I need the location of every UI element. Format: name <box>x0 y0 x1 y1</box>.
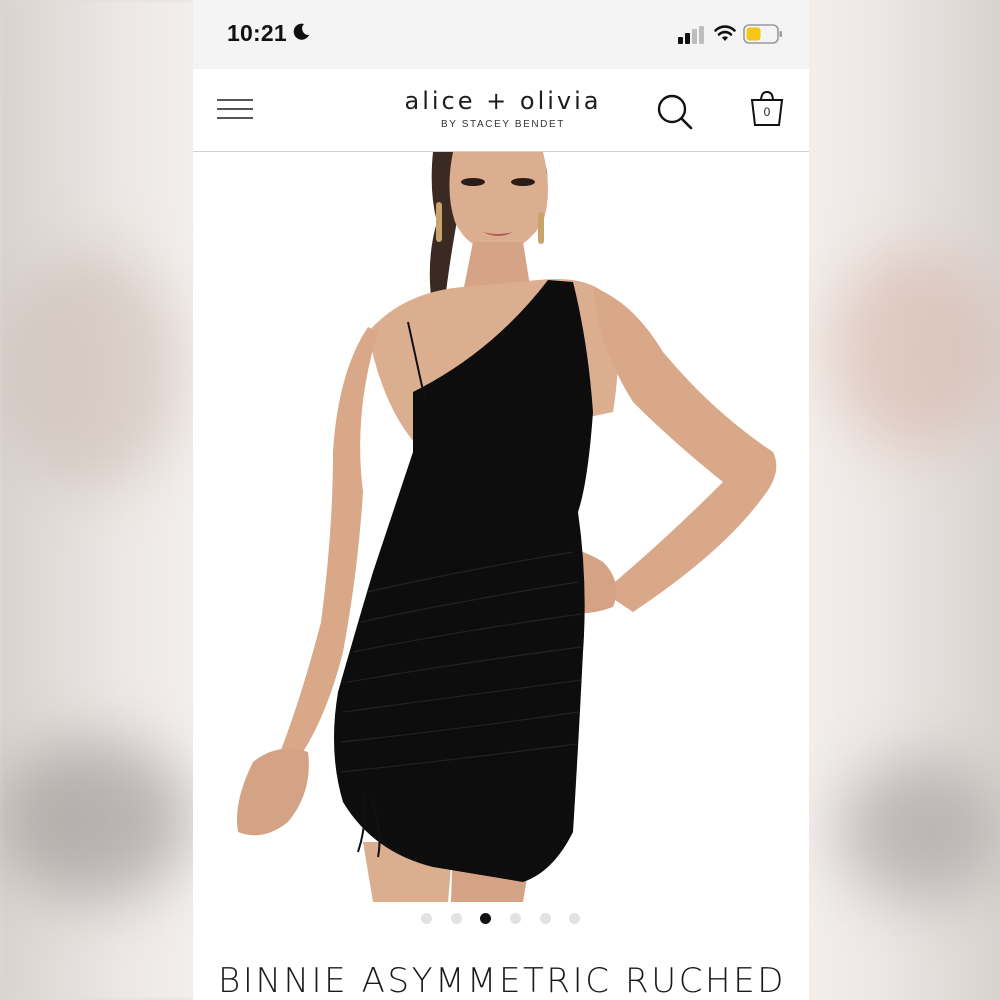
bag-count: 0 <box>763 105 771 119</box>
model-photo <box>193 152 809 902</box>
wifi-icon <box>714 25 736 41</box>
background-blob <box>0 250 180 490</box>
phone-screen: 10:21 alice + olivia BY STACEY BENDET 0 … <box>193 0 809 1000</box>
carousel-dot[interactable] <box>540 913 551 924</box>
status-bar: 10:21 <box>193 0 809 68</box>
brand-subtitle: BY STACEY BENDET <box>441 119 565 130</box>
moon-icon <box>293 23 309 40</box>
signal-icon <box>678 26 704 44</box>
image-carousel-dots <box>193 902 809 936</box>
background-blob <box>830 250 1000 450</box>
brand-logo[interactable]: alice + olivia BY STACEY BENDET <box>373 87 633 130</box>
carousel-dot[interactable] <box>421 913 432 924</box>
carousel-dot-active[interactable] <box>480 913 491 924</box>
product-info: BINNIE ASYMMETRIC RUCHED <box>193 936 809 1000</box>
battery-icon <box>743 24 782 44</box>
search-icon[interactable] <box>655 93 695 131</box>
brand-name: alice + olivia <box>404 87 602 115</box>
product-title: BINNIE ASYMMETRIC RUCHED <box>218 961 787 1000</box>
site-header: alice + olivia BY STACEY BENDET 0 <box>193 69 809 152</box>
carousel-dot[interactable] <box>569 913 580 924</box>
product-image[interactable] <box>193 152 809 902</box>
background-blob <box>840 760 1000 900</box>
carousel-dot[interactable] <box>510 913 521 924</box>
status-time: 10:21 <box>227 20 287 46</box>
background-blob <box>0 740 190 900</box>
menu-icon[interactable] <box>217 99 253 121</box>
carousel-dot[interactable] <box>451 913 462 924</box>
